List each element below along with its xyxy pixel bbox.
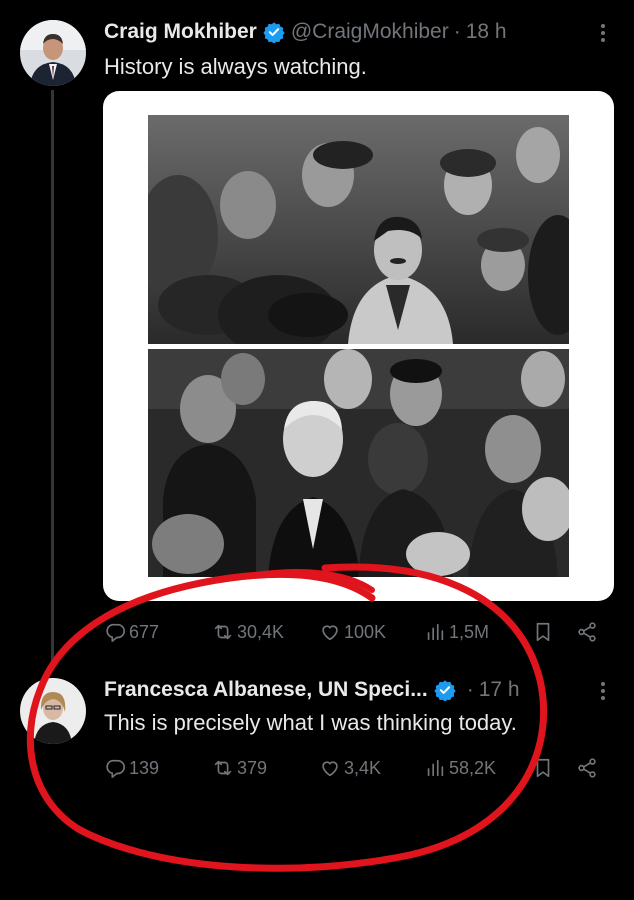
avatar[interactable] <box>20 20 86 86</box>
display-name[interactable]: Craig Mokhiber <box>104 20 257 44</box>
view-count: 1,5M <box>449 621 490 642</box>
verified-badge-icon <box>434 679 456 702</box>
more-options-icon[interactable] <box>592 18 614 48</box>
tweet-actions: 139 379 3,4K 58,2K <box>104 753 614 783</box>
bookmark-icon <box>536 622 550 642</box>
verified-badge-icon <box>263 21 285 44</box>
share-button[interactable] <box>576 617 601 647</box>
media-photo-top[interactable] <box>148 115 569 344</box>
like-button[interactable]: 3,4K <box>319 753 381 783</box>
separator-dot: · <box>466 678 474 701</box>
view-count: 58,2K <box>449 757 497 778</box>
heart-icon <box>322 761 338 777</box>
views-button[interactable]: 58,2K <box>424 753 496 783</box>
separator-dot: · <box>453 20 461 43</box>
reply-button[interactable]: 139 <box>104 753 159 783</box>
avatar[interactable] <box>20 678 86 744</box>
media-photo-bottom[interactable] <box>148 349 569 577</box>
retweet-count: 30,4K <box>237 621 285 642</box>
tweet-header: Francesca Albanese, UN Speci... · 17 h <box>104 675 520 705</box>
bookmark-icon <box>536 758 550 778</box>
like-count: 100K <box>344 621 387 642</box>
handle[interactable]: @CraigMokhiber <box>291 20 449 44</box>
bookmark-button[interactable] <box>532 753 557 783</box>
reply-count: 677 <box>129 621 160 642</box>
display-name[interactable]: Francesca Albanese, UN Speci... <box>104 678 428 702</box>
like-count: 3,4K <box>344 757 382 778</box>
tweet-text: This is precisely what I was thinking to… <box>104 710 517 735</box>
timestamp[interactable]: 17 h <box>479 678 520 702</box>
tweet-media[interactable] <box>103 91 614 601</box>
thread-connector-line <box>51 90 54 670</box>
retweet-icon <box>214 760 232 776</box>
reply-button[interactable]: 677 <box>104 617 159 647</box>
share-icon <box>578 622 596 642</box>
tweet-actions: 677 30,4K 100K 1,5M <box>104 617 614 647</box>
retweet-count: 379 <box>237 757 268 778</box>
bookmark-button[interactable] <box>532 617 557 647</box>
views-button[interactable]: 1,5M <box>424 617 489 647</box>
share-button[interactable] <box>576 753 601 783</box>
share-icon <box>578 758 596 778</box>
like-button[interactable]: 100K <box>319 617 386 647</box>
reply-icon <box>106 623 125 642</box>
views-bar-chart-icon <box>427 623 444 641</box>
views-bar-chart-icon <box>427 759 444 777</box>
retweet-button[interactable]: 30,4K <box>212 617 284 647</box>
tweet-header: Craig Mokhiber @CraigMokhiber · 18 h <box>104 17 507 47</box>
heart-icon <box>322 625 338 641</box>
more-options-icon[interactable] <box>592 676 614 706</box>
reply-icon <box>106 759 125 778</box>
timestamp[interactable]: 18 h <box>466 20 507 44</box>
tweet-text: History is always watching. <box>104 54 367 79</box>
retweet-icon <box>214 624 232 640</box>
retweet-button[interactable]: 379 <box>212 753 267 783</box>
reply-count: 139 <box>129 757 160 778</box>
